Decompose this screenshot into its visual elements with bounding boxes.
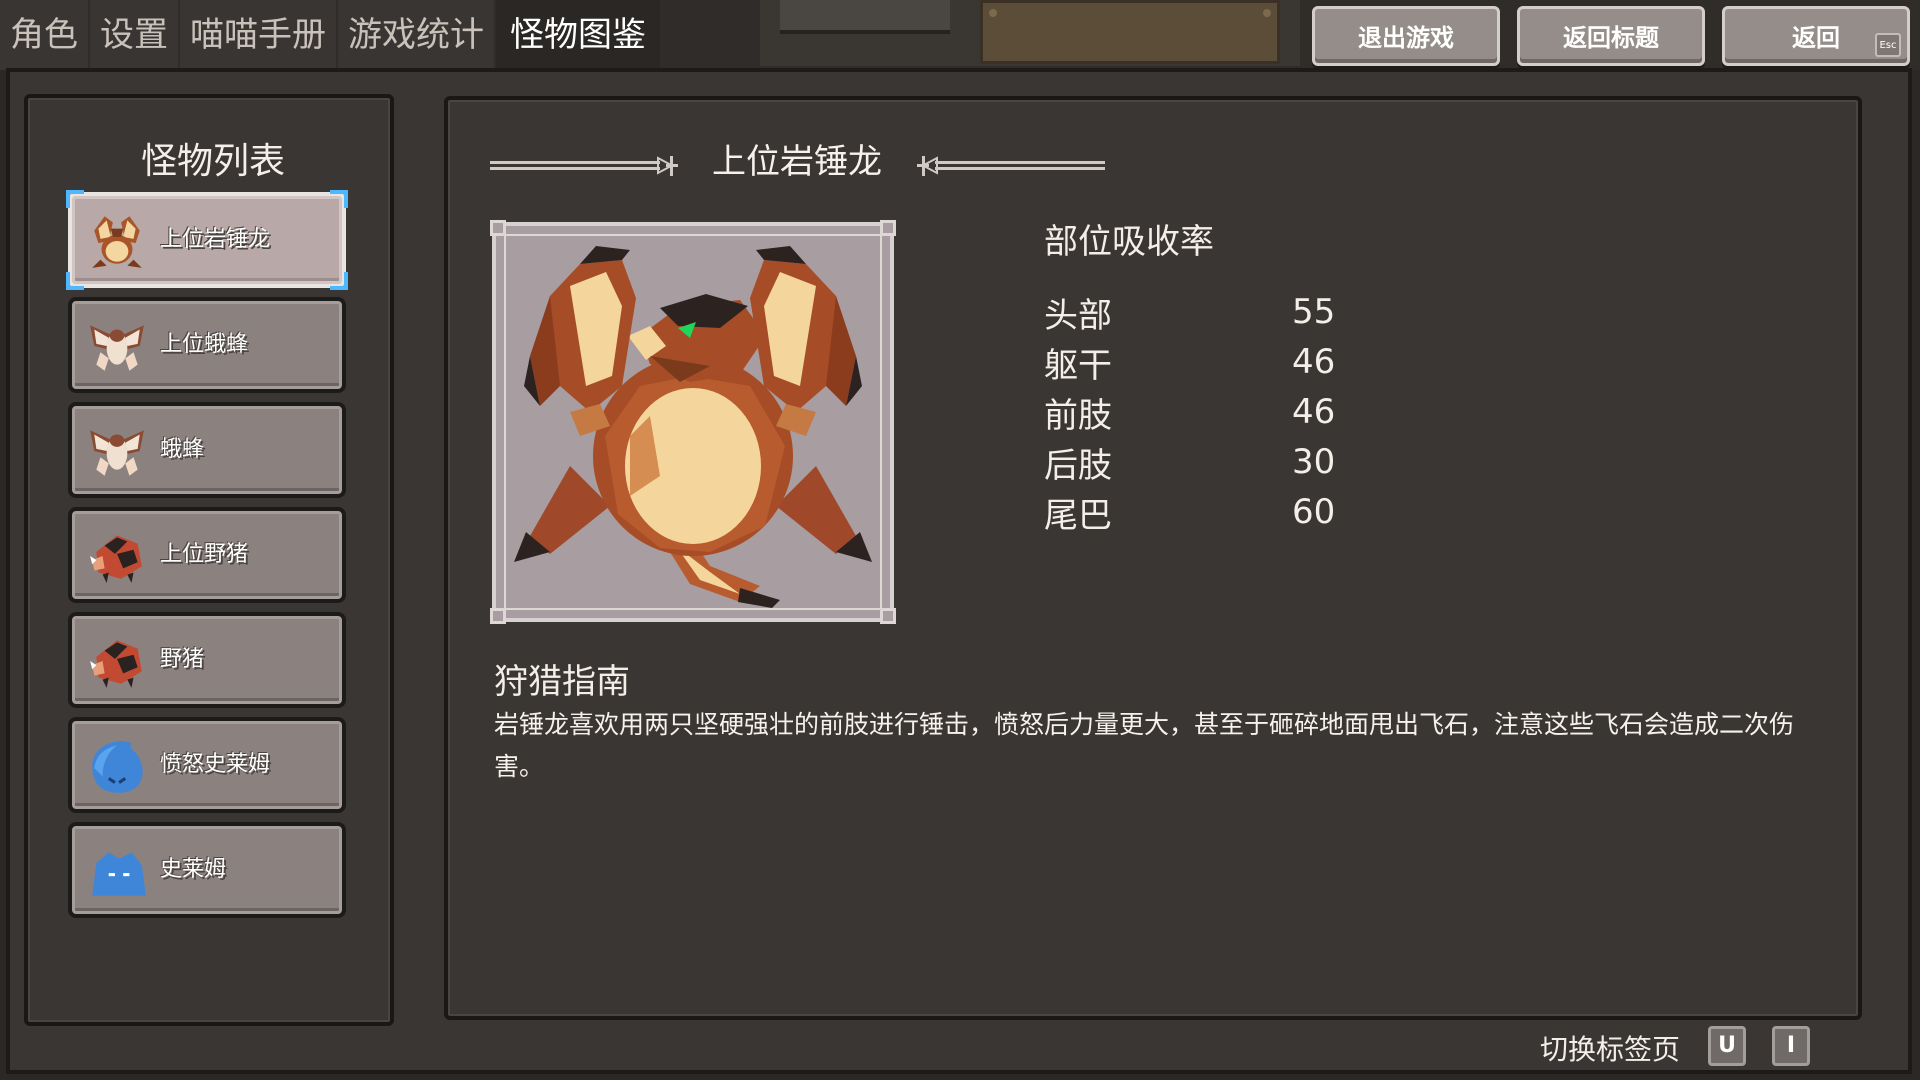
monster-item-boar[interactable]: 野猪: [68, 612, 346, 708]
part-label: 头部: [1044, 296, 1112, 336]
esc-key-icon: Esc: [1875, 33, 1901, 57]
title-ornament-left: [490, 156, 678, 176]
part-value: 30: [1292, 442, 1336, 482]
absorption-row-forelimb: 前肢 46: [1044, 388, 1344, 438]
absorption-row-hindlimb: 后肢 30: [1044, 438, 1344, 488]
monster-item-upper-rock-hammer-dragon[interactable]: 上位岩锤龙: [66, 190, 348, 290]
monster-portrait-frame: [490, 220, 896, 624]
absorption-row-torso: 躯干 46: [1044, 338, 1344, 388]
moth-bee-icon: [90, 325, 144, 371]
monster-item-label: 野猪: [160, 647, 205, 672]
monster-item-upper-boar[interactable]: 上位野猪: [68, 507, 346, 603]
angry-slime-icon: [92, 741, 143, 793]
selection-corner: [66, 190, 84, 208]
boar-icon: [90, 535, 142, 583]
rock-hammer-dragon-icon: [92, 216, 142, 268]
hunting-guide-text: 岩锤龙喜欢用两只坚硬强壮的前肢进行锤击，愤怒后力量更大，甚至于砸碎地面甩出飞石，…: [494, 710, 1795, 781]
slime-icon: [92, 852, 146, 896]
monster-item-label: 上位蛾蜂: [160, 332, 249, 357]
key-i-button[interactable]: I: [1772, 1026, 1810, 1066]
selection-corner: [66, 272, 84, 290]
part-value: 46: [1292, 342, 1336, 382]
top-decoration: [760, 0, 1300, 66]
monster-item-label: 上位岩锤龙: [160, 227, 271, 252]
part-value: 60: [1292, 492, 1336, 532]
return-title-button[interactable]: 返回标题: [1517, 6, 1705, 66]
monster-item-moth-bee[interactable]: 蛾蜂: [68, 402, 346, 498]
monster-item-label: 史莱姆: [160, 857, 227, 882]
selection-corner: [330, 190, 348, 208]
boar-icon: [90, 640, 142, 688]
title-ornament-right: [917, 156, 1105, 176]
monster-item-angry-slime[interactable]: 愤怒史莱姆: [68, 717, 346, 813]
part-label: 后肢: [1044, 446, 1112, 486]
part-label: 尾巴: [1044, 496, 1112, 536]
selection-corner: [330, 272, 348, 290]
key-u-button[interactable]: U: [1708, 1026, 1746, 1066]
tab-game-stats[interactable]: 游戏统计: [338, 0, 494, 70]
absorption-title: 部位吸收率: [1044, 222, 1214, 262]
moth-bee-icon: [90, 430, 144, 476]
return-title-label: 返回标题: [1563, 24, 1659, 52]
quit-game-label: 退出游戏: [1358, 24, 1454, 52]
part-label: 前肢: [1044, 396, 1112, 436]
hunting-guide-title: 狩猎指南: [494, 662, 630, 702]
back-button[interactable]: 返回 Esc: [1722, 6, 1910, 66]
part-label: 躯干: [1044, 346, 1112, 386]
quit-game-button[interactable]: 退出游戏: [1312, 6, 1500, 66]
tab-bar: 角色 设置 喵喵手册 游戏统计 怪物图鉴: [0, 0, 662, 70]
monster-item-label: 蛾蜂: [160, 437, 205, 462]
monster-item-label: 愤怒史莱姆: [160, 752, 271, 777]
part-value: 46: [1292, 392, 1336, 432]
part-value: 55: [1292, 292, 1336, 332]
tab-monster-encyclopedia[interactable]: 怪物图鉴: [496, 0, 660, 70]
tab-meow-manual[interactable]: 喵喵手册: [180, 0, 336, 70]
monster-name-title: 上位岩锤龙: [712, 142, 882, 182]
switch-tab-hint: 切换标签页: [1540, 1033, 1681, 1066]
tab-character[interactable]: 角色: [0, 0, 88, 70]
monster-item-slime[interactable]: 史莱姆: [68, 822, 346, 918]
monster-item-label: 上位野猪: [160, 542, 249, 567]
rock-hammer-dragon-portrait: [514, 246, 872, 608]
tab-settings[interactable]: 设置: [90, 0, 178, 70]
monster-item-upper-moth-bee[interactable]: 上位蛾蜂: [68, 297, 346, 393]
back-label: 返回: [1792, 24, 1840, 52]
monster-list-title: 怪物列表: [140, 141, 285, 182]
absorption-row-head: 头部 55: [1044, 288, 1344, 338]
absorption-row-tail: 尾巴 60: [1044, 488, 1344, 538]
